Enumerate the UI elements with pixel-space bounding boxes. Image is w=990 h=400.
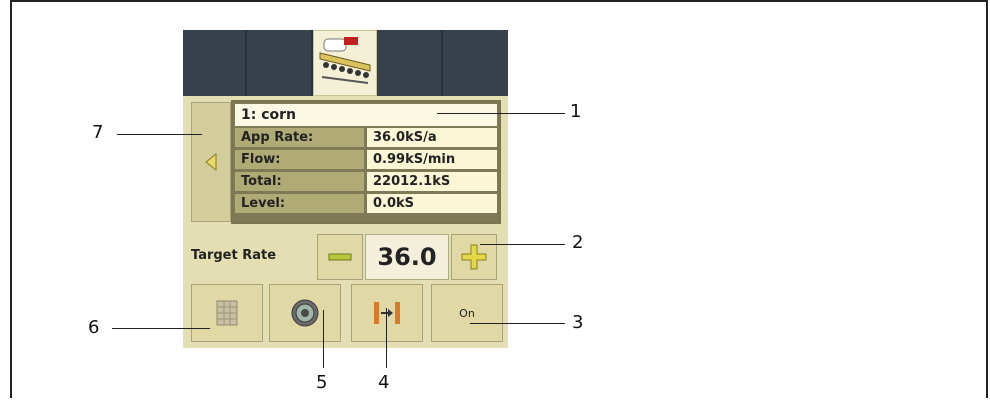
table-row: App Rate: 36.0kS/a (235, 128, 497, 148)
tab-empty-2[interactable] (247, 30, 313, 96)
table-row: Total: 22012.1kS (235, 172, 497, 192)
grid-icon (216, 300, 238, 326)
callout-1: 1 (570, 101, 582, 122)
table-row: Flow: 0.99kS/min (235, 150, 497, 170)
callout-line-5 (323, 310, 324, 368)
tab-empty-4[interactable] (443, 30, 508, 96)
product-panel: 1: corn App Rate: 36.0kS/a Flow: 0.99kS/… (183, 96, 508, 348)
callout-7: 7 (92, 122, 104, 143)
settings-dial-icon (291, 299, 319, 327)
increase-rate-button[interactable] (451, 234, 497, 280)
flow-label: Flow: (235, 150, 364, 169)
callout-line-4 (386, 308, 387, 368)
decrease-rate-button[interactable] (317, 234, 363, 280)
table-row: Level: 0.0kS (235, 194, 497, 214)
tab-empty-3[interactable] (377, 30, 443, 96)
callout-4: 4 (378, 372, 390, 393)
tab-planter[interactable] (313, 30, 377, 96)
callout-line-7 (117, 134, 202, 135)
product-info-table: 1: corn App Rate: 36.0kS/a Flow: 0.99kS/… (231, 100, 501, 224)
flow-value: 0.99kS/min (367, 150, 497, 169)
level-value: 0.0kS (367, 194, 497, 213)
section-control-button[interactable] (351, 284, 423, 342)
total-value: 22012.1kS (367, 172, 497, 191)
callout-2: 2 (572, 232, 584, 253)
on-off-button[interactable]: On (431, 284, 503, 342)
callout-5: 5 (316, 372, 328, 393)
callout-line-3 (470, 323, 565, 324)
level-label: Level: (235, 194, 364, 213)
on-label: On (459, 306, 475, 320)
rate-table-button[interactable] (191, 284, 263, 342)
callout-6: 6 (88, 317, 100, 338)
tab-bar (183, 30, 508, 96)
product-title: 1: corn (235, 104, 497, 126)
left-arrow-icon (205, 153, 217, 171)
total-label: Total: (235, 172, 364, 191)
target-rate-value: 36.0 (365, 234, 449, 280)
minus-icon (328, 253, 352, 261)
app-rate-value: 36.0kS/a (367, 128, 497, 147)
callout-3: 3 (572, 312, 584, 333)
section-arrow-icon (374, 302, 400, 324)
callout-line-1 (437, 113, 565, 114)
plus-icon (461, 244, 487, 270)
target-rate-label: Target Rate (191, 248, 277, 263)
callout-line-2 (480, 244, 565, 245)
previous-product-button[interactable] (191, 102, 231, 222)
tab-empty-1[interactable] (183, 30, 247, 96)
app-rate-label: App Rate: (235, 128, 364, 147)
callout-line-6 (112, 328, 210, 329)
planter-icon (319, 37, 371, 84)
display-screen: 1: corn App Rate: 36.0kS/a Flow: 0.99kS/… (183, 30, 508, 348)
product-settings-button[interactable] (269, 284, 341, 342)
